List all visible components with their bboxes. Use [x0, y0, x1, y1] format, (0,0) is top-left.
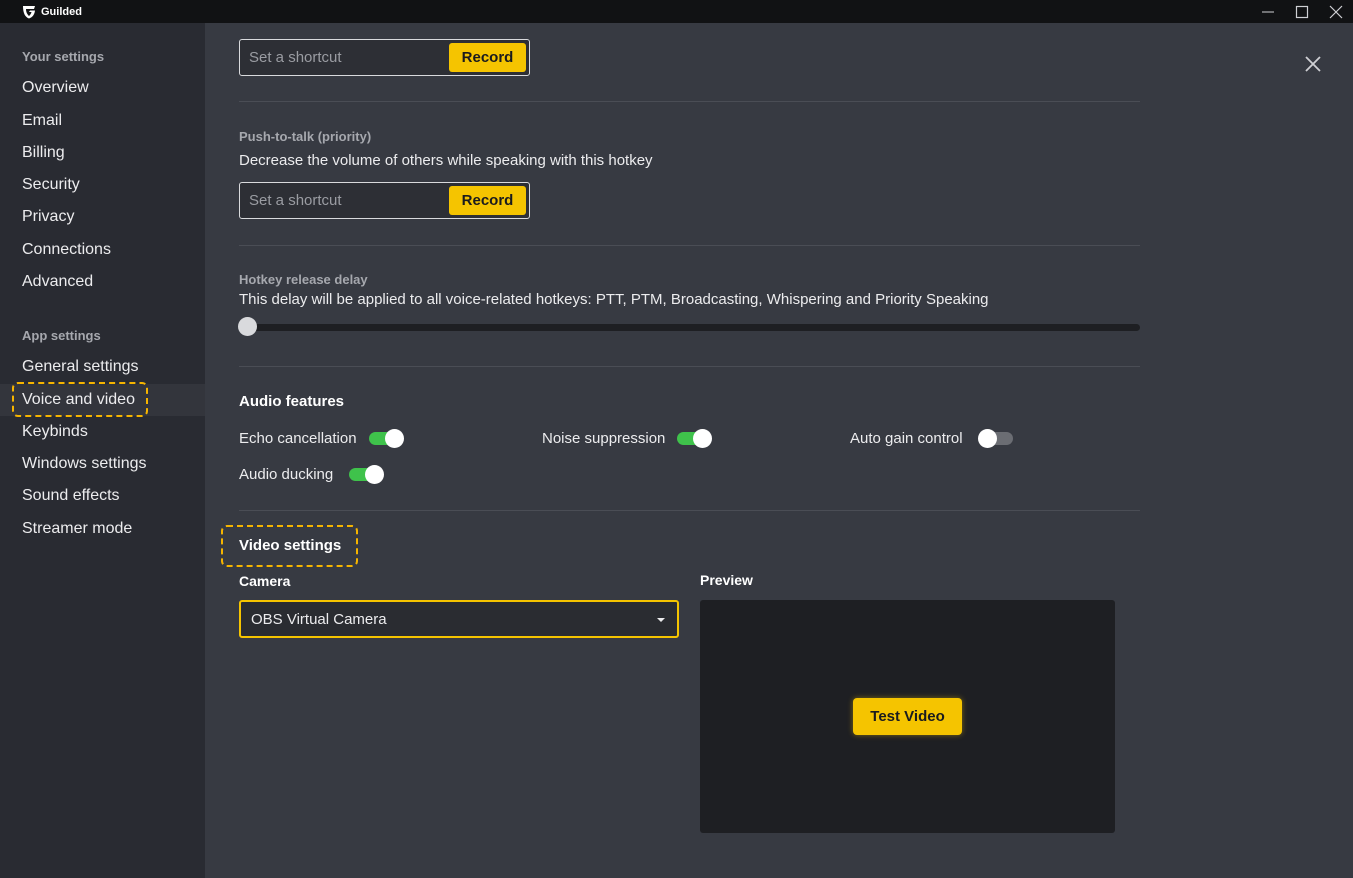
sidebar-item-email[interactable]: Email — [22, 110, 62, 132]
chevron-down-icon — [657, 618, 665, 622]
audio-ducking-toggle[interactable] — [349, 465, 384, 484]
video-settings-heading: Video settings — [239, 537, 342, 554]
release-delay-slider-track[interactable] — [239, 324, 1140, 331]
auto-gain-control-label: Auto gain control — [850, 430, 963, 447]
echo-cancellation-label: Echo cancellation — [239, 430, 357, 447]
push-to-talk-priority-description: Decrease the volume of others while spea… — [239, 152, 653, 169]
close-icon — [1305, 56, 1321, 72]
toggle-knob — [385, 429, 404, 448]
release-delay-slider-thumb[interactable] — [238, 317, 257, 336]
app-name: Guilded — [41, 5, 82, 18]
title-bar: Guilded — [0, 0, 1353, 23]
camera-select-value: OBS Virtual Camera — [251, 611, 387, 628]
guilded-logo-icon — [23, 5, 35, 18]
close-settings-button[interactable] — [1299, 50, 1327, 78]
test-video-button[interactable]: Test Video — [853, 698, 962, 735]
sidebar-item-general-settings[interactable]: General settings — [22, 356, 139, 378]
window-close-button[interactable] — [1319, 0, 1353, 23]
shortcut-placeholder: Set a shortcut — [249, 192, 342, 209]
divider — [239, 366, 1140, 367]
sidebar-item-advanced[interactable]: Advanced — [22, 271, 93, 293]
camera-select[interactable]: OBS Virtual Camera — [239, 600, 679, 638]
divider — [239, 245, 1140, 246]
toggle-knob — [693, 429, 712, 448]
window-close-icon — [1329, 5, 1343, 18]
sidebar-item-streamer-mode[interactable]: Streamer mode — [22, 518, 132, 540]
audio-features-heading: Audio features — [239, 393, 345, 410]
toggle-knob — [365, 465, 384, 484]
window-controls — [1251, 0, 1353, 23]
minimize-button[interactable] — [1251, 0, 1285, 23]
preview-label: Preview — [700, 572, 753, 588]
sidebar-item-windows-settings[interactable]: Windows settings — [22, 453, 147, 475]
hotkey-release-delay-description: This delay will be applied to all voice-… — [239, 291, 989, 308]
audio-ducking-label: Audio ducking — [239, 466, 334, 483]
auto-gain-control-toggle[interactable] — [978, 429, 1013, 448]
record-button-1[interactable]: Record — [449, 43, 526, 72]
maximize-icon — [1295, 5, 1309, 18]
noise-suppression-label: Noise suppression — [542, 430, 666, 447]
echo-cancellation-toggle[interactable] — [369, 429, 404, 448]
sidebar-item-billing[interactable]: Billing — [22, 142, 65, 164]
sidebar-item-security[interactable]: Security — [22, 174, 80, 196]
shortcut-field-1[interactable]: Set a shortcut Record — [239, 39, 530, 76]
hotkey-release-delay-title: Hotkey release delay — [239, 272, 368, 287]
app-settings-heading: App settings — [22, 328, 101, 343]
sidebar-item-connections[interactable]: Connections — [22, 239, 111, 261]
sidebar-item-sound-effects[interactable]: Sound effects — [22, 485, 120, 507]
minimize-icon — [1262, 11, 1274, 12]
sidebar-item-privacy[interactable]: Privacy — [22, 206, 74, 228]
divider — [239, 510, 1140, 511]
shortcut-field-priority[interactable]: Set a shortcut Record — [239, 182, 530, 219]
maximize-button[interactable] — [1285, 0, 1319, 23]
sidebar-item-keybinds[interactable]: Keybinds — [22, 421, 88, 443]
your-settings-heading: Your settings — [22, 49, 105, 64]
camera-label: Camera — [239, 573, 291, 589]
record-button-priority[interactable]: Record — [449, 186, 526, 215]
sidebar-item-voice-and-video[interactable]: Voice and video — [22, 389, 135, 411]
noise-suppression-toggle[interactable] — [677, 429, 712, 448]
app-logo: Guilded — [22, 5, 82, 19]
sidebar-item-overview[interactable]: Overview — [22, 77, 89, 99]
divider — [239, 101, 1140, 102]
shortcut-placeholder: Set a shortcut — [249, 49, 342, 66]
toggle-knob — [978, 429, 997, 448]
push-to-talk-priority-title: Push-to-talk (priority) — [239, 129, 372, 144]
